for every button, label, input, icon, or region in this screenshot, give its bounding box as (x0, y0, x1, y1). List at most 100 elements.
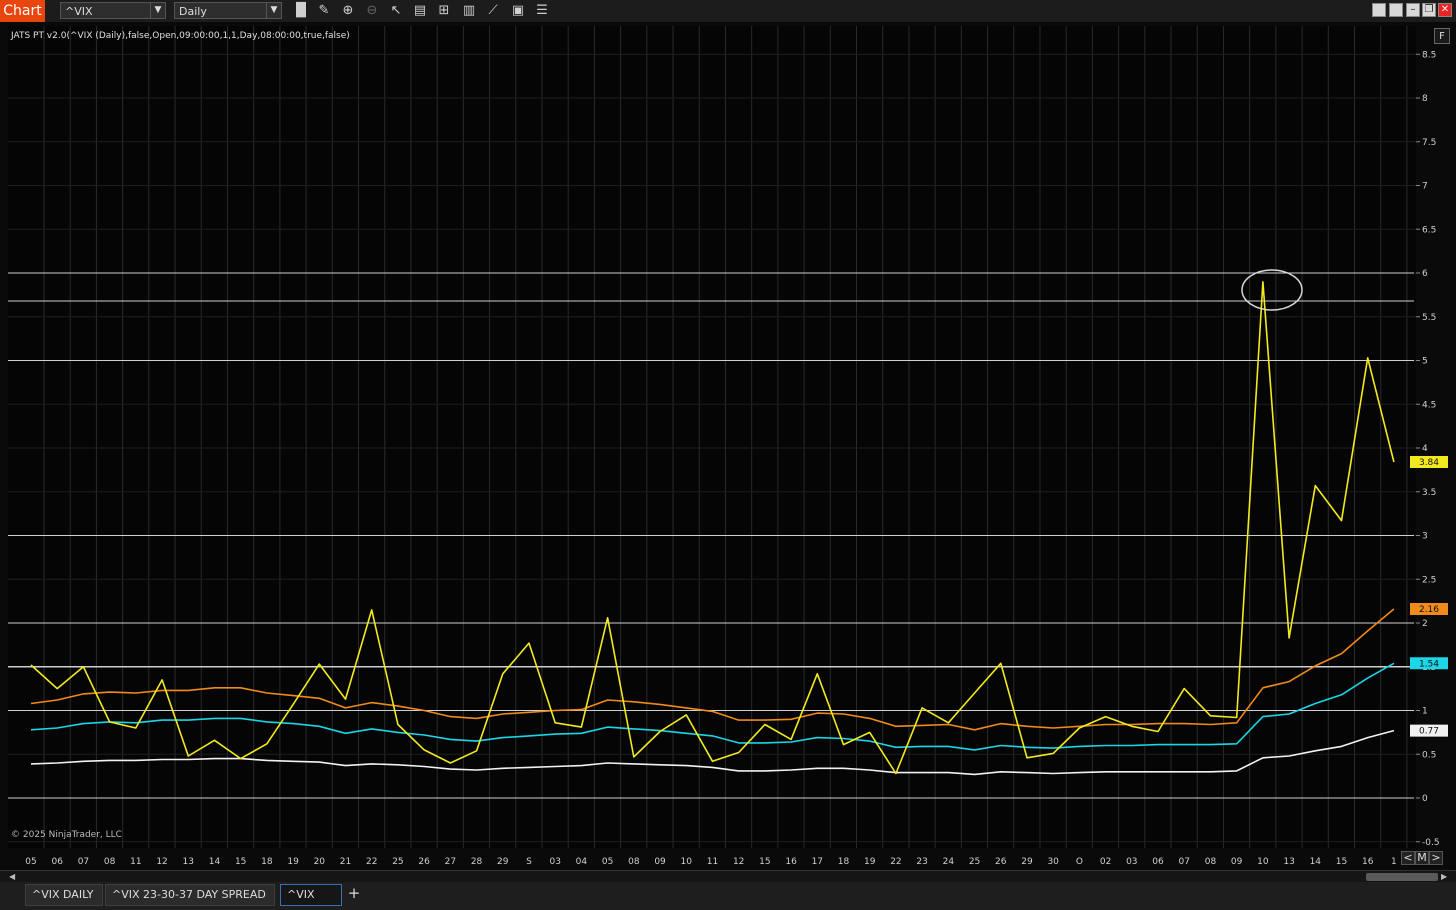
x-tick-label: 27 (445, 857, 456, 867)
y-tick-label: 3 (1422, 532, 1428, 542)
x-tick-label: 17 (812, 857, 823, 867)
x-tick-label: 25 (392, 857, 403, 867)
data-box-icon[interactable]: ⊞ (435, 2, 453, 20)
x-tick-label: 02 (1100, 857, 1111, 867)
tab-vix[interactable]: ^VIX (280, 884, 342, 906)
x-tick-label: 21 (340, 857, 351, 867)
x-tick-label: 25 (969, 857, 980, 867)
x-tick-label: 15 (235, 857, 246, 867)
period-selector[interactable]: Daily ▼ (174, 2, 282, 19)
x-tick-label: 13 (183, 857, 194, 867)
mode-button[interactable]: M (1415, 851, 1429, 865)
maximize-icon[interactable]: ❐ (1422, 3, 1436, 17)
x-tick-label: 14 (209, 857, 221, 867)
indicators-icon[interactable]: ▥ (460, 2, 478, 20)
x-tick-label: 07 (1179, 857, 1190, 867)
x-tick-label: 29 (497, 857, 509, 867)
x-tick-label: 08 (628, 857, 640, 867)
bar-type-icon[interactable]: ▐▌ (291, 2, 311, 20)
zoom-in-icon[interactable]: ⊕ (339, 2, 357, 20)
x-tick-label: 07 (78, 857, 89, 867)
x-tick-label: 03 (1126, 857, 1137, 867)
last-value-label: 1.54 (1419, 659, 1439, 669)
properties-icon[interactable]: ▤ (411, 2, 429, 20)
x-tick-label: 18 (838, 857, 850, 867)
x-tick-label: 15 (1336, 857, 1347, 867)
last-value-label: 2.16 (1419, 605, 1439, 615)
scroll-thumb[interactable] (1366, 873, 1438, 881)
x-tick-label: 05 (25, 857, 36, 867)
chart-title-tab[interactable]: Chart (0, 0, 45, 22)
period-value: Daily (179, 5, 207, 18)
x-tick-label: 22 (890, 857, 901, 867)
f-button[interactable]: F (1434, 28, 1450, 44)
x-tick-label: 09 (654, 857, 666, 867)
y-tick-label: 5.5 (1422, 313, 1436, 323)
x-tick-label: 03 (549, 857, 560, 867)
y-tick-label: 8 (1422, 94, 1428, 104)
x-tick-label: 05 (602, 857, 613, 867)
y-tick-label: 4.5 (1422, 400, 1436, 410)
x-tick-label: 10 (681, 857, 693, 867)
add-tab-button[interactable]: + (345, 883, 363, 903)
last-value-label: 3.84 (1419, 458, 1439, 468)
instrument-value: ^VIX (65, 5, 93, 18)
instrument-selector[interactable]: ^VIX ▼ (60, 2, 166, 19)
y-tick-label: 6 (1422, 269, 1428, 279)
x-tick-label: 12 (156, 857, 167, 867)
tab-bar: ^VIX DAILY ^VIX 23-30-37 DAY SPREAD ^VIX (0, 882, 1456, 910)
x-tick-label: 06 (1152, 857, 1164, 867)
x-tick-label: 26 (418, 857, 430, 867)
x-tick-label: 04 (576, 857, 588, 867)
chart-navigation: < M > (1401, 851, 1451, 865)
y-tick-label: 7.5 (1422, 138, 1436, 148)
zoom-out-icon[interactable]: ⊖ (363, 2, 381, 20)
x-tick-label: 24 (943, 857, 955, 867)
x-tick-label: 10 (1257, 857, 1269, 867)
x-tick-label: 15 (759, 857, 770, 867)
draw-icon[interactable]: ✎ (315, 2, 333, 20)
toolbar: Chart ^VIX ▼ Daily ▼ ▐▌ ✎ ⊕ ⊖ ↖ ▤ ⊞ ▥ ⟋ … (0, 0, 1456, 23)
x-tick-label: 13 (1283, 857, 1294, 867)
last-value-label: 0.77 (1419, 727, 1439, 737)
strategies-icon[interactable]: ⟋ (484, 2, 502, 20)
x-tick-label: 26 (995, 857, 1007, 867)
y-tick-label: 2 (1422, 619, 1428, 629)
x-tick-label: 08 (104, 857, 116, 867)
x-tick-label: 14 (1310, 857, 1322, 867)
scroll-right-button[interactable]: > (1429, 851, 1443, 865)
restore-icon[interactable] (1372, 3, 1386, 17)
caret-right-icon[interactable]: ▶ (1441, 872, 1447, 881)
y-tick-label: -0.5 (1422, 838, 1440, 848)
pointer-icon[interactable]: ↖ (387, 2, 405, 20)
y-tick-label: 1 (1422, 707, 1428, 717)
x-tick-label: 12 (733, 857, 744, 867)
y-tick-label: 8.5 (1422, 50, 1436, 60)
scroll-left-button[interactable]: < (1401, 851, 1415, 865)
x-tick-label: S (526, 857, 532, 867)
minimize-icon[interactable]: – (1406, 3, 1420, 17)
x-tick-label: 1 (1391, 857, 1397, 867)
x-tick-label: 22 (366, 857, 377, 867)
y-tick-label: 2.5 (1422, 575, 1436, 585)
more-icon[interactable]: ☰ (533, 2, 551, 20)
x-tick-label: 20 (314, 857, 326, 867)
close-icon[interactable]: ✕ (1438, 3, 1452, 17)
chevron-down-icon[interactable]: ▼ (150, 3, 165, 18)
y-tick-label: 4 (1422, 444, 1428, 454)
x-tick-label: 18 (261, 857, 273, 867)
price-chart[interactable]: 8.587.576.565.554.543.532.521.510.50-0.5… (0, 22, 1456, 870)
tab-vix-daily[interactable]: ^VIX DAILY (25, 884, 103, 906)
caret-left-icon[interactable]: ◀ (9, 872, 15, 881)
y-tick-label: 5 (1422, 357, 1428, 367)
chart-trader-icon[interactable]: ▣ (509, 2, 527, 20)
y-tick-label: 0 (1422, 794, 1428, 804)
y-tick-label: 3.5 (1422, 488, 1436, 498)
x-tick-label: 23 (916, 857, 927, 867)
tab-vix-spread[interactable]: ^VIX 23-30-37 DAY SPREAD (105, 884, 275, 906)
y-tick-label: 6.5 (1422, 225, 1436, 235)
x-tick-label: O (1076, 857, 1083, 867)
copyright-text: © 2025 NinjaTrader, LLC (11, 830, 122, 840)
window-icon[interactable] (1389, 3, 1403, 17)
chevron-down-icon[interactable]: ▼ (266, 3, 281, 18)
